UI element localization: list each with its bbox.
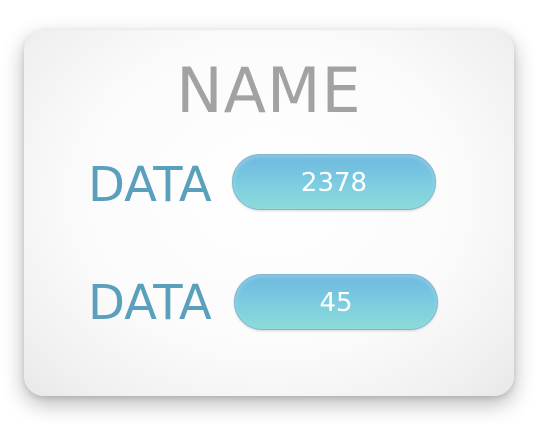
- row-label-1: DATA: [88, 157, 212, 213]
- value-pill-2: 45: [234, 274, 438, 330]
- value-pill-1: 2378: [232, 154, 436, 210]
- row-label-2: DATA: [88, 275, 212, 331]
- data-card: NAME DATA 2378 DATA 45: [24, 30, 514, 396]
- card-title: NAME: [176, 54, 362, 127]
